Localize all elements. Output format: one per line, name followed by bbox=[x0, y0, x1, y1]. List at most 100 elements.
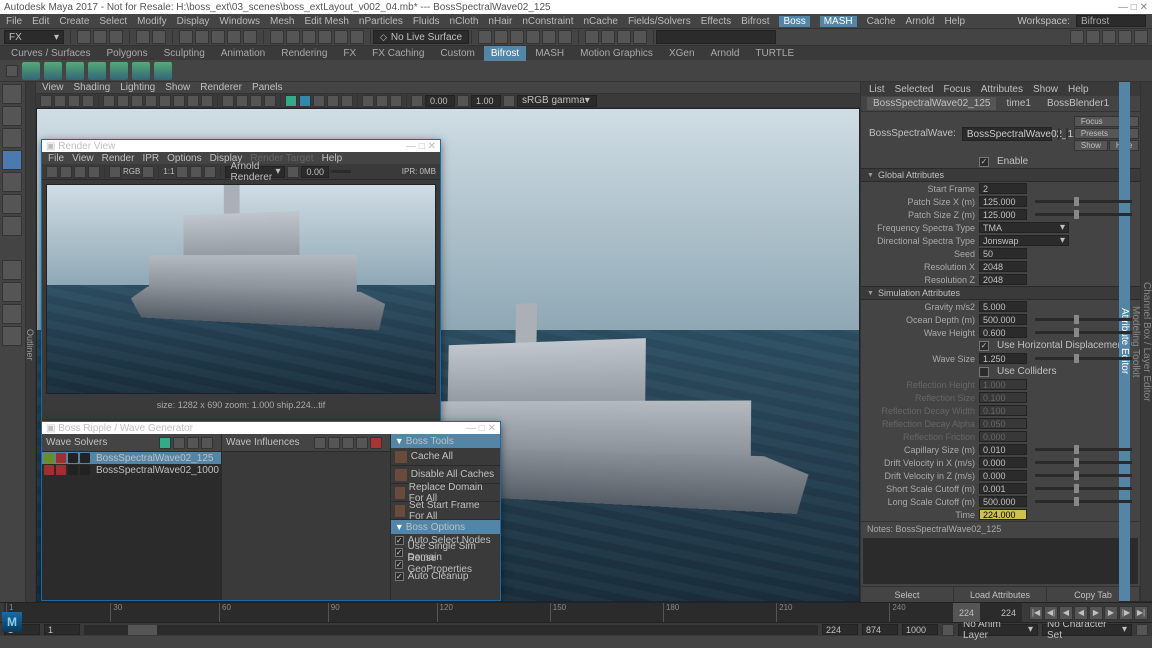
vp-icon[interactable] bbox=[299, 95, 311, 107]
autokey-icon[interactable] bbox=[942, 624, 954, 636]
vp-icon[interactable] bbox=[327, 95, 339, 107]
outliner-tab[interactable]: Outliner bbox=[26, 82, 36, 602]
window-controls[interactable]: — □ ✕ bbox=[1118, 2, 1148, 13]
io-icon[interactable] bbox=[1066, 128, 1068, 140]
vp-icon[interactable] bbox=[131, 95, 143, 107]
attr-menu-item[interactable]: Focus bbox=[943, 84, 970, 95]
menu-create[interactable]: Create bbox=[59, 16, 89, 27]
vp-menu-item[interactable]: Shading bbox=[74, 82, 111, 93]
menu-bifrost[interactable]: Bifrost bbox=[741, 16, 769, 27]
menu-display[interactable]: Display bbox=[177, 16, 210, 27]
hist-icon[interactable] bbox=[542, 30, 556, 44]
trash-icon[interactable] bbox=[342, 437, 354, 449]
vp-icon[interactable] bbox=[173, 95, 185, 107]
add-icon[interactable] bbox=[356, 437, 368, 449]
layout-icon[interactable] bbox=[2, 260, 22, 280]
exposure-icon[interactable] bbox=[287, 166, 299, 178]
layout-icon[interactable] bbox=[2, 326, 22, 346]
solver-row[interactable]: BossSpectralWave02_125 bbox=[42, 452, 221, 464]
render-menu-item[interactable]: IPR bbox=[142, 153, 159, 164]
vp-icon[interactable] bbox=[313, 95, 325, 107]
shelf-item-icon[interactable] bbox=[88, 62, 106, 80]
menu-arnold[interactable]: Arnold bbox=[906, 16, 935, 27]
attr-menu-item[interactable]: Selected bbox=[895, 84, 934, 95]
workspace-selector[interactable]: Bifrost bbox=[1076, 15, 1146, 27]
menu-effects[interactable]: Effects bbox=[701, 16, 731, 27]
modeling-toolkit-tab[interactable]: Modeling Toolkit bbox=[1130, 82, 1141, 602]
vp-icon[interactable] bbox=[68, 95, 80, 107]
attr-menu-item[interactable]: List bbox=[869, 84, 885, 95]
shelf-tab[interactable]: XGen bbox=[662, 46, 702, 61]
render-btn-icon[interactable] bbox=[190, 166, 202, 178]
range-play-end[interactable]: 224 bbox=[822, 624, 858, 635]
globe-icon[interactable] bbox=[159, 437, 171, 449]
attr-menu-item[interactable]: Help bbox=[1068, 84, 1089, 95]
shelf-tab[interactable]: Motion Graphics bbox=[573, 46, 660, 61]
snap-icon[interactable] bbox=[334, 30, 348, 44]
hist-icon[interactable] bbox=[478, 30, 492, 44]
menu-editmesh[interactable]: Edit Mesh bbox=[304, 16, 348, 27]
io-icon[interactable] bbox=[1058, 128, 1060, 140]
render-btn-icon[interactable] bbox=[176, 166, 188, 178]
paint-tool-icon[interactable] bbox=[2, 128, 22, 148]
vp-icon[interactable] bbox=[117, 95, 129, 107]
next-key-icon[interactable]: ▶ bbox=[1104, 606, 1118, 620]
step-fwd-icon[interactable]: |▶ bbox=[1119, 606, 1133, 620]
shelf-item-icon[interactable] bbox=[66, 62, 84, 80]
anim-layer-select[interactable]: No Anim Layer▾ bbox=[958, 624, 1038, 636]
attr-node-tab[interactable]: BossBlender1 bbox=[1041, 97, 1115, 110]
vp-menu-item[interactable]: Show bbox=[165, 82, 190, 93]
shelf-tab[interactable]: Polygons bbox=[99, 46, 154, 61]
shelf-tab[interactable]: MASH bbox=[528, 46, 571, 61]
hist-icon[interactable] bbox=[494, 30, 508, 44]
boss-option-checkbox[interactable]: ✓Reuse GeoProperties bbox=[391, 558, 500, 570]
live-surface[interactable]: ◇ No Live Surface bbox=[373, 30, 469, 44]
shelf-item-icon[interactable] bbox=[132, 62, 150, 80]
shelf-tab[interactable]: Sculpting bbox=[157, 46, 212, 61]
hist-icon[interactable] bbox=[558, 30, 572, 44]
render-btn-icon[interactable] bbox=[60, 166, 72, 178]
char-set-select[interactable]: No Character Set▾ bbox=[1042, 624, 1132, 636]
render-menu-item[interactable]: Render bbox=[102, 153, 135, 164]
open-icon[interactable] bbox=[93, 30, 107, 44]
menu-boss[interactable]: Boss bbox=[779, 16, 809, 27]
global-attributes-section[interactable]: Global Attributes bbox=[861, 168, 1140, 182]
add-icon[interactable] bbox=[314, 437, 326, 449]
shelf-tab[interactable]: FX bbox=[336, 46, 363, 61]
last-tool-icon[interactable] bbox=[2, 216, 22, 236]
shelf-item-icon[interactable] bbox=[44, 62, 62, 80]
add-icon[interactable] bbox=[201, 437, 213, 449]
window-controls[interactable]: — □ ✕ bbox=[466, 423, 496, 434]
attribute-editor-tab[interactable]: Attribute Editor bbox=[1119, 82, 1130, 602]
panel-icon[interactable] bbox=[1134, 30, 1148, 44]
play-back-icon[interactable]: ◀ bbox=[1074, 606, 1088, 620]
vp-icon[interactable] bbox=[362, 95, 374, 107]
enable-checkbox[interactable]: ✓ bbox=[979, 157, 989, 167]
prev-key-icon[interactable]: ◀ bbox=[1059, 606, 1073, 620]
render-menu-item[interactable]: View bbox=[72, 153, 94, 164]
boss-tool-button[interactable]: Set Start Frame For All bbox=[391, 502, 500, 520]
shelf-item-icon[interactable] bbox=[154, 62, 172, 80]
render-icon[interactable] bbox=[633, 30, 647, 44]
snap-icon[interactable] bbox=[286, 30, 300, 44]
menu-select[interactable]: Select bbox=[99, 16, 127, 27]
shelf-tab[interactable]: Bifrost bbox=[484, 46, 526, 61]
range-play-start[interactable]: 1 bbox=[44, 624, 80, 635]
menu-edit[interactable]: Edit bbox=[32, 16, 49, 27]
shelf-tab[interactable]: Animation bbox=[214, 46, 272, 61]
solver-row[interactable]: BossSpectralWave02_1000 bbox=[42, 464, 221, 476]
menu-fluids[interactable]: Fluids bbox=[413, 16, 440, 27]
render-view-window[interactable]: ▣ Render View— □ ✕ FileViewRenderIPROpti… bbox=[41, 139, 441, 424]
sel-icon[interactable] bbox=[179, 30, 193, 44]
viewport-3d[interactable]: persp ▣ Render View— □ ✕ FileViewRenderI… bbox=[36, 108, 860, 602]
load-attr-button[interactable]: Load Attributes bbox=[954, 587, 1047, 602]
vp-menu-item[interactable]: Lighting bbox=[120, 82, 155, 93]
vp-icon[interactable] bbox=[341, 95, 353, 107]
range-bar[interactable] bbox=[84, 625, 818, 635]
menu-windows[interactable]: Windows bbox=[219, 16, 260, 27]
renderer-select[interactable]: Arnold Renderer▾ bbox=[225, 166, 285, 178]
shelf-tab[interactable]: Rendering bbox=[274, 46, 334, 61]
snap-icon[interactable] bbox=[350, 30, 364, 44]
vp-icon[interactable] bbox=[54, 95, 66, 107]
window-controls[interactable]: — □ ✕ bbox=[406, 141, 436, 152]
